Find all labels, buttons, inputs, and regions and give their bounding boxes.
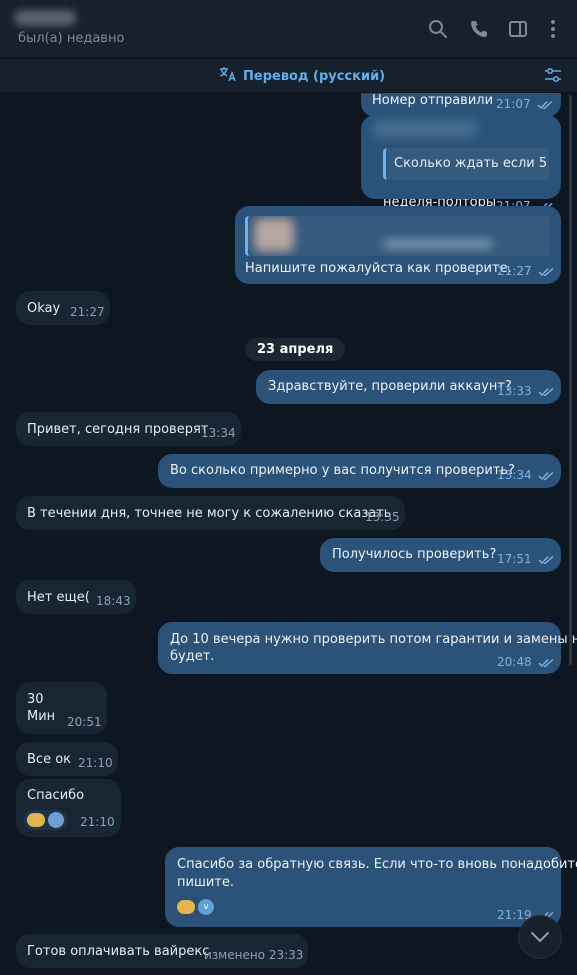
message-outgoing[interactable]: До 10 вечера нужно проверить потом гаран…	[158, 622, 577, 674]
scroll-to-bottom-button[interactable]	[518, 915, 562, 959]
double-check-icon	[538, 471, 554, 480]
reply-quote[interactable]: Сколько ждать если 5 ...	[383, 148, 549, 180]
message-text: Получилось проверить?	[332, 547, 497, 562]
message-time: 13:33	[497, 384, 532, 398]
double-check-icon	[538, 658, 554, 667]
message-time: 20:51	[67, 715, 102, 729]
message-meta: 21:27	[497, 263, 554, 280]
reply-quote-blurred[interactable]	[245, 216, 550, 256]
message-time: 17:51	[497, 552, 532, 566]
message-time: 20:48	[497, 655, 532, 669]
message-outgoing[interactable]: Во сколько примерно у вас получится пров…	[158, 454, 561, 488]
message-outgoing[interactable]: Получилось проверить? 17:51	[320, 538, 561, 572]
message-time: 18:43	[96, 594, 131, 608]
message-time: 21:10	[80, 815, 115, 829]
message-time: 21:10	[78, 756, 113, 770]
double-check-icon	[538, 387, 554, 396]
reactor-avatar: v	[198, 899, 214, 915]
reaction-chip[interactable]	[24, 810, 67, 830]
search-icon[interactable]	[423, 14, 453, 44]
contact-name-blurred[interactable]	[14, 10, 76, 26]
message-time: 21:07	[496, 97, 531, 111]
message-meta: 17:51	[497, 551, 554, 568]
message-meta: 13:34	[497, 467, 554, 484]
translate-label: Перевод (русский)	[243, 68, 386, 84]
message-text: Напишите пожалуйста как проверите.	[245, 261, 512, 276]
message-incoming[interactable]: Спасибо 21:10	[16, 779, 121, 837]
message-time: 21:27	[497, 264, 532, 278]
message-text-line: пишите.	[177, 875, 234, 890]
filter-settings-icon[interactable]	[544, 67, 562, 87]
message-incoming[interactable]: 30 Мин 20:51	[16, 682, 107, 734]
sidebar-toggle-icon[interactable]	[503, 14, 533, 44]
message-text-line: Мин	[27, 709, 56, 724]
message-incoming[interactable]: Нет еще( 18:43	[16, 580, 136, 614]
translate-icon	[219, 66, 237, 86]
message-text: Готов оплачивать вайрекс	[27, 944, 210, 959]
double-check-icon	[538, 267, 554, 276]
message-text: Okay	[27, 301, 61, 316]
translate-bar: Перевод (русский)	[0, 59, 577, 93]
translate-button[interactable]: Перевод (русский)	[219, 66, 385, 86]
message-text-line: Спасибо за обратную связь. Если что-то в…	[177, 857, 577, 872]
reaction-chip[interactable]: v	[174, 897, 217, 917]
message-outgoing[interactable]: Сколько ждать если 5 ... неделя-полторы …	[361, 115, 561, 213]
message-text-line: 30	[27, 692, 44, 707]
message-outgoing[interactable]: Здравствуйте, проверили аккаунт? 13:33	[256, 370, 561, 404]
message-text: В течении дня, точнее не могу к сожалени…	[27, 506, 392, 521]
message-incoming[interactable]: В течении дня, точнее не могу к сожалени…	[16, 496, 405, 530]
message-text: Спасибо	[27, 788, 85, 803]
message-text: Все ок	[27, 752, 72, 767]
message-meta: 20:48	[497, 654, 554, 671]
message-time: 13:34	[497, 468, 532, 482]
message-time: 21:27	[70, 305, 105, 319]
message-meta: 13:33	[497, 383, 554, 400]
message-text: Привет, сегодня проверят	[27, 422, 209, 437]
message-text: Номер отправили	[372, 93, 494, 108]
sender-name-blurred	[373, 120, 477, 138]
message-meta: 21:07	[496, 96, 553, 113]
message-time: 13:34	[201, 426, 236, 440]
contact-status: был(а) недавно	[18, 31, 125, 46]
message-outgoing-tail	[361, 185, 561, 199]
chat-header: был(а) недавно	[0, 0, 577, 59]
more-vertical-icon[interactable]	[538, 14, 568, 44]
reactor-avatar	[48, 812, 64, 828]
message-outgoing[interactable]: Спасибо за обратную связь. Если что-то в…	[165, 847, 577, 927]
message-time: 13:35	[365, 510, 400, 524]
double-check-icon	[537, 100, 553, 109]
message-outgoing[interactable]: Напишите пожалуйста как проверите. 21:27	[235, 206, 561, 284]
message-incoming[interactable]: Готов оплачивать вайрекс изменено 23:33	[16, 934, 308, 968]
message-incoming[interactable]: Все ок 21:10	[16, 742, 118, 776]
double-check-icon	[538, 555, 554, 564]
message-text: Во сколько примерно у вас получится пров…	[170, 463, 515, 478]
message-incoming[interactable]: Okay 21:27	[16, 291, 110, 325]
handshake-icon	[177, 900, 195, 914]
chevron-down-icon	[531, 932, 549, 942]
message-list[interactable]: Номер отправили 21:07 Сколько ждать если…	[0, 93, 577, 975]
message-text: Здравствуйте, проверили аккаунт?	[268, 379, 512, 394]
message-time: изменено 23:33	[204, 948, 304, 962]
message-text-line: До 10 вечера нужно проверить потом гаран…	[170, 632, 577, 647]
message-text: Нет еще(	[27, 590, 90, 605]
date-separator: 23 апреля	[245, 338, 346, 361]
message-text-line: будет.	[170, 649, 215, 664]
message-outgoing[interactable]: Номер отправили 21:07	[361, 93, 561, 117]
scrollbar[interactable]	[569, 95, 572, 665]
phone-icon[interactable]	[464, 14, 494, 44]
handshake-icon	[27, 813, 45, 827]
message-incoming[interactable]: Привет, сегодня проверят 13:34	[16, 412, 241, 446]
